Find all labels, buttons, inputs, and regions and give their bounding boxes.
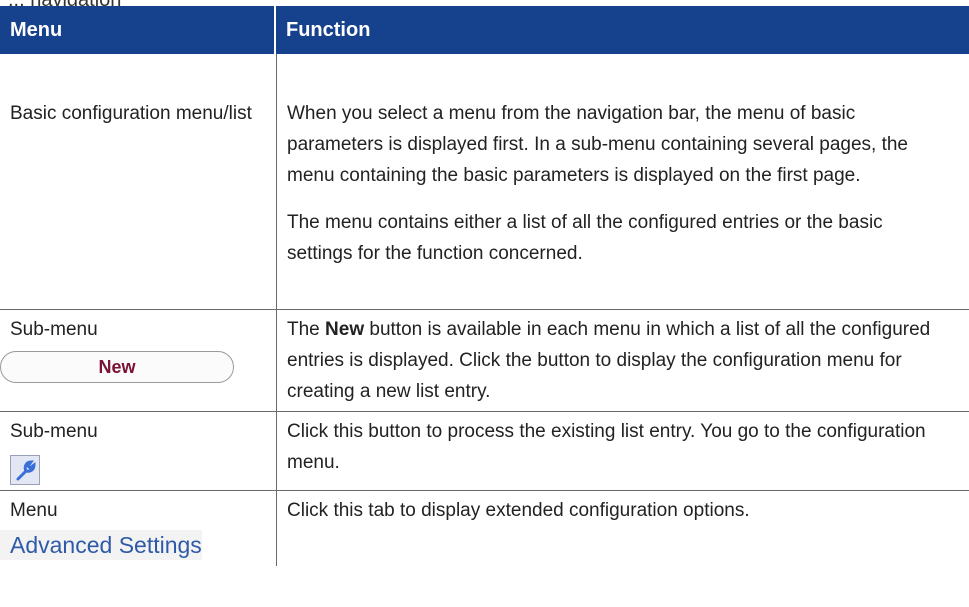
- function-text: button is available in each menu in whic…: [287, 319, 931, 402]
- wrench-icon-graphic: [16, 460, 36, 481]
- row-function-cell: The New button is available in each menu…: [276, 310, 969, 411]
- table-row: Sub-menu New The New button is available…: [0, 310, 969, 412]
- advanced-settings-tab[interactable]: Advanced Settings: [0, 530, 202, 560]
- function-text: The: [287, 319, 326, 340]
- row-menu-cell: Sub-menu: [0, 412, 276, 490]
- row-menu-label: Sub-menu: [10, 421, 98, 442]
- row-menu-label: Menu: [10, 500, 58, 521]
- function-paragraph: When you select a menu from the navigati…: [287, 103, 908, 186]
- wrench-icon[interactable]: [10, 455, 40, 485]
- function-bold-text: New: [325, 319, 365, 340]
- row-function-cell: Click this tab to display extended confi…: [276, 491, 969, 566]
- table-row: Sub-menu Click this button to process th…: [0, 412, 969, 491]
- header-function: Function: [286, 18, 371, 41]
- row-menu-cell: Sub-menu New: [0, 310, 276, 411]
- new-button[interactable]: New: [0, 351, 234, 383]
- row-menu-cell: Menu Advanced Settings: [0, 491, 276, 566]
- table-header: Menu Function: [0, 6, 969, 54]
- menu-function-table: Menu Function Basic configuration menu/l…: [0, 6, 969, 566]
- table-row: Basic configuration menu/list When you s…: [0, 54, 969, 310]
- table-row: Menu Advanced Settings Click this tab to…: [0, 491, 969, 566]
- header-menu: Menu: [0, 6, 276, 54]
- row-menu-cell: Basic configuration menu/list: [10, 103, 252, 124]
- row-menu-label: Sub-menu: [10, 319, 98, 340]
- row-function-cell: When you select a menu from the navigati…: [276, 54, 969, 309]
- row-function-cell: Click this button to process the existin…: [276, 412, 969, 490]
- function-paragraph: The menu contains either a list of all t…: [287, 212, 883, 264]
